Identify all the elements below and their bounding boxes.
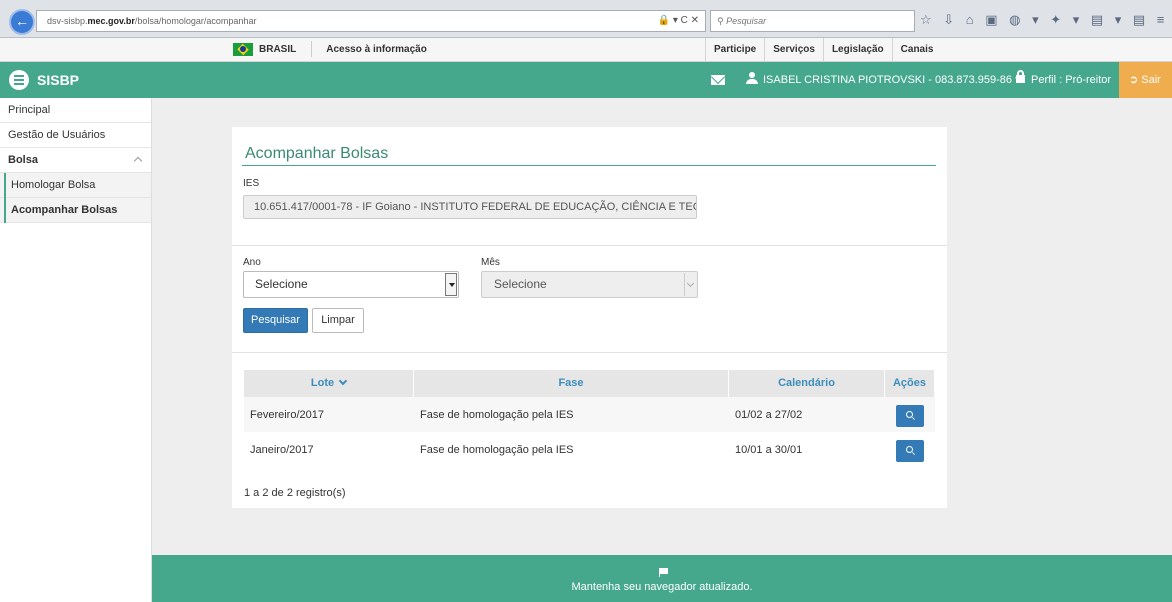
url-actions-icon[interactable]: 🔒 ▾ C ✕ [658,11,699,31]
brazil-flag-icon [233,42,253,56]
title-divider [242,165,936,166]
table-header: Lote Fase Calendário Ações [244,370,935,397]
chevron-down-icon [684,273,696,296]
column-header-calendario[interactable]: Calendário [729,370,885,397]
table-row: Janeiro/2017 Fase de homologação pela IE… [244,432,935,467]
ano-label: Ano [243,257,261,268]
results-table: Lote Fase Calendário Ações Fevereiro/201… [244,370,935,467]
ano-select-value: Selecione [255,277,308,291]
perfil-label: Perfil : Pró-reitor [1031,74,1112,86]
address-bar[interactable]: dsv-sisbp.mec.gov.br/bolsa/homologar/aco… [36,10,706,32]
flag-icon [659,568,668,577]
sign-out-icon: ➲ [1129,74,1139,86]
mes-label: Mês [481,257,500,268]
logout-label: Sair [1141,74,1161,86]
back-arrow-icon[interactable]: ← [9,9,35,35]
toolbar-icons[interactable]: ☆ ⇩ ⌂ ▣ ◍ ▾ ✦ ▾ ▤ ▾ ▤ ≡ [920,8,1170,32]
table-row: Fevereiro/2017 Fase de homologação pela … [244,397,935,432]
sidebar-item-acompanhar-bolsas[interactable]: Acompanhar Bolsas [0,198,151,223]
ies-label: IES [243,178,260,189]
browser-search-input[interactable]: ⚲ Pesquisar [710,10,915,32]
gov-link-canais[interactable]: Canais [891,38,942,62]
footer-text: Mantenha seu navegador atualizado. [571,581,753,593]
column-header-acoes: Ações [885,370,935,397]
cell-acoes [885,434,935,465]
content-card: Acompanhar Bolsas IES 10.651.417/0001-78… [232,127,947,508]
cell-calendario: 10/01 a 30/01 [735,443,803,456]
mes-select: Selecione [481,271,698,298]
sidebar: Principal Gestão de Usuários Bolsa Homol… [0,98,152,602]
gov-bar: BRASIL Acesso à informação Participe Ser… [0,38,1172,62]
gov-brasil-link[interactable]: BRASIL [259,44,296,55]
sidebar-group-bolsa[interactable]: Bolsa [0,148,151,173]
mes-select-value: Selecione [494,277,547,291]
url-prefix: dsv-sisbp. [47,16,88,26]
column-header-lote[interactable]: Lote [244,370,414,397]
perfil-link[interactable]: Perfil : Pró-reitor [1016,62,1111,98]
page-title: Acompanhar Bolsas [245,145,389,162]
pesquisar-button[interactable]: Pesquisar [243,308,308,333]
gov-acesso-link[interactable]: Acesso à informação [326,44,427,55]
browser-toolbar: ← dsv-sisbp.mec.gov.br/bolsa/homologar/a… [0,0,1172,38]
view-details-search-icon[interactable] [896,405,924,427]
view-details-search-icon[interactable] [896,440,924,462]
app-header: SISBP ISABEL CRISTINA PIOTROVSKI - 083.8… [0,62,1172,98]
sidebar-group-label: Bolsa [8,154,38,166]
url-domain: mec.gov.br [87,16,135,26]
gov-link-legislacao[interactable]: Legislação [822,38,892,62]
dropdown-arrow-icon [445,273,457,296]
column-header-label: Lote [310,377,335,389]
user-icon [746,72,758,84]
logout-button[interactable]: ➲ Sair [1119,62,1172,98]
lock-icon [1016,70,1025,83]
hamburger-menu-icon[interactable] [9,70,29,90]
chevron-up-icon [133,156,143,166]
search-icon: ⚲ [717,16,724,26]
sort-chevron-icon [338,376,348,386]
section-divider [232,352,947,353]
url-path: /bolsa/homologar/acompanhar [134,16,257,26]
column-header-fase[interactable]: Fase [414,370,729,397]
cell-calendario: 01/02 a 27/02 [735,408,803,421]
cell-lote: Janeiro/2017 [250,443,314,456]
gov-link-servicos[interactable]: Serviços [764,38,823,62]
cell-lote: Fevereiro/2017 [250,408,324,421]
section-divider [232,245,947,246]
search-placeholder: Pesquisar [726,16,767,26]
sidebar-item-homologar-bolsa[interactable]: Homologar Bolsa [0,173,151,198]
app-title[interactable]: SISBP [37,62,79,98]
sidebar-item-principal[interactable]: Principal [0,98,151,123]
record-count: 1 a 2 de 2 registro(s) [244,487,346,499]
cell-fase: Fase de homologação pela IES [420,408,574,421]
ies-field: 10.651.417/0001-78 - IF Goiano - INSTITU… [243,195,697,219]
cell-fase: Fase de homologação pela IES [420,443,574,456]
gov-divider [310,41,312,58]
sidebar-item-gestao-usuarios[interactable]: Gestão de Usuários [0,123,151,148]
user-menu[interactable]: ISABEL CRISTINA PIOTROVSKI - 083.873.959… [746,62,1021,98]
user-name: ISABEL CRISTINA PIOTROVSKI - 083.873.959… [763,74,1021,86]
footer: Mantenha seu navegador atualizado. [152,555,1172,602]
cell-acoes [885,399,935,430]
gov-link-participe[interactable]: Participe [705,38,764,62]
ano-select[interactable]: Selecione [243,271,459,298]
limpar-button[interactable]: Limpar [312,308,364,333]
envelope-icon[interactable] [711,75,725,85]
